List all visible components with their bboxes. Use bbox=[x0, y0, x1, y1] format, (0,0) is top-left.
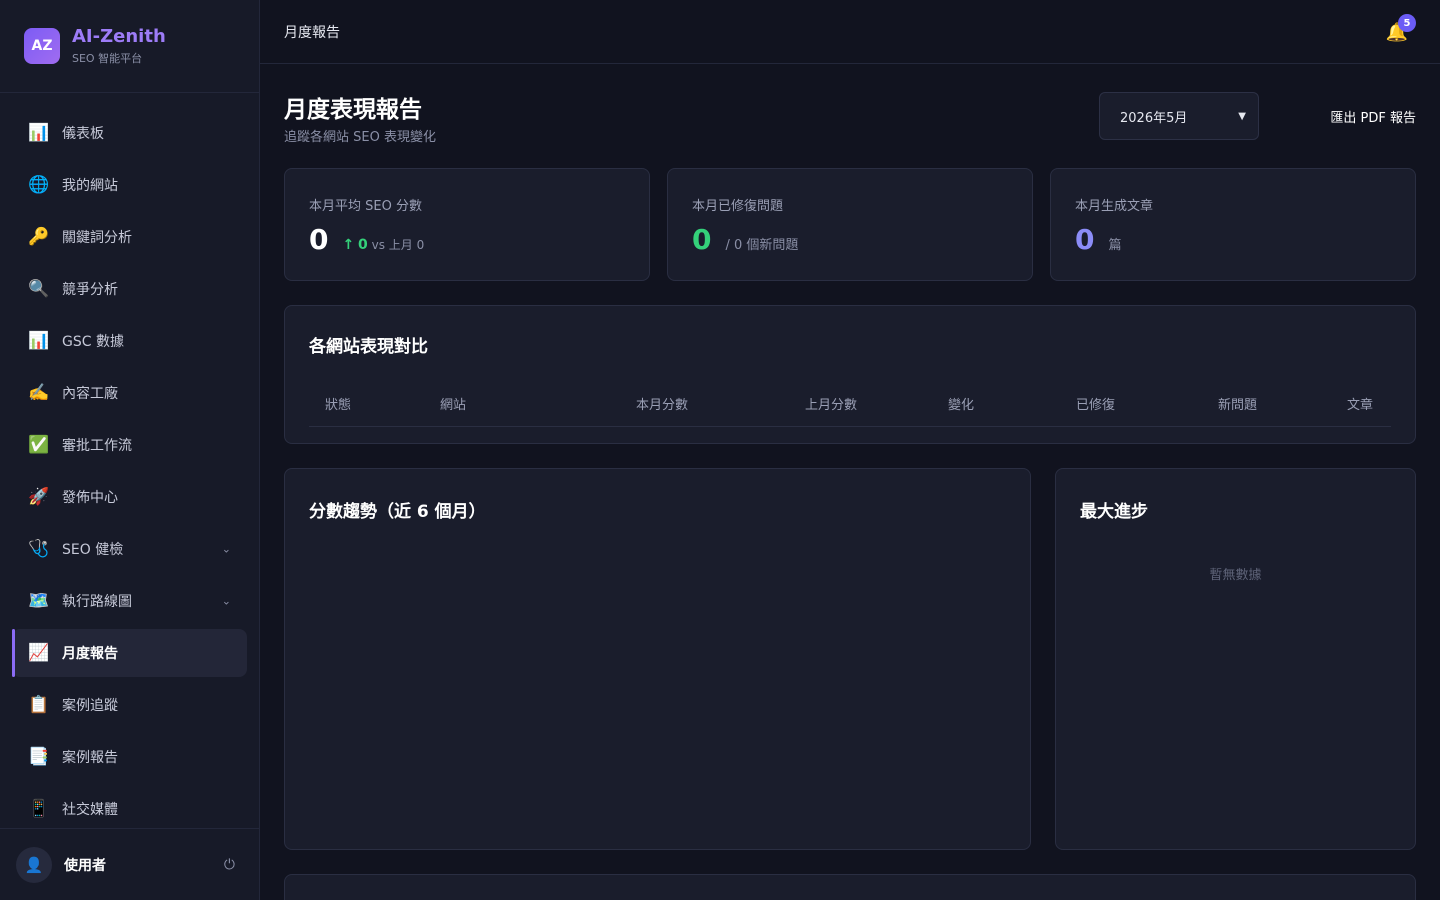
chevron-down-icon[interactable]: ⌄ bbox=[222, 595, 231, 608]
sidebar-item-label: 案例報告 bbox=[62, 750, 118, 766]
sidebar-item-label: 內容工廠 bbox=[62, 386, 118, 402]
stat-fixed-issues: 本月已修復問題 0 / 0 個新問題 bbox=[667, 168, 1033, 281]
month-select[interactable]: 2026年5月 ▼ bbox=[1099, 92, 1259, 140]
score-trend-card: 分數趨勢（近 6 個月） bbox=[284, 468, 1031, 850]
sidebar-item-label: 案例追蹤 bbox=[62, 698, 118, 714]
sidebar-item-0[interactable]: 📊 儀表板 bbox=[12, 109, 247, 157]
magnifier-icon: 🔍 bbox=[28, 279, 50, 299]
notification-badge: 5 bbox=[1398, 14, 1416, 32]
stat-avg-seo-score: 本月平均 SEO 分數 0 ↑ 0 vs 上月 0 bbox=[284, 168, 650, 281]
stat-compare: vs 上月 0 bbox=[371, 238, 425, 252]
column-header[interactable]: 本月分數 bbox=[636, 394, 688, 413]
globe-icon: 🌐 bbox=[28, 175, 50, 195]
site-comparison-card: 各網站表現對比 狀態 網站 本月分數 上月分數 變化 已修復 新問題 文章 bbox=[284, 305, 1416, 444]
sidebar-item-9[interactable]: 🗺️ 執行路線圖 ⌄ bbox=[12, 577, 247, 625]
sidebar-item-13[interactable]: 📱 社交媒體 bbox=[12, 785, 247, 833]
stat-generated-articles: 本月生成文章 0 篇 bbox=[1050, 168, 1416, 281]
column-header[interactable]: 狀態 bbox=[325, 394, 351, 413]
column-header[interactable]: 已修復 bbox=[1076, 394, 1115, 413]
sidebar-item-6[interactable]: ✅ 審批工作流 bbox=[12, 421, 247, 469]
avatar[interactable]: 👤 bbox=[16, 846, 52, 883]
sidebar-nav: 📊 儀表板 🌐 我的網站 🔑 關鍵詞分析 🔍 競爭分析 📊 GSC 數據 ✍️ 內容工廠 ✅ 審批工作流 🚀… bbox=[0, 93, 259, 833]
sidebar-item-8[interactable]: 🩺 SEO 健檢 ⌄ bbox=[12, 525, 247, 573]
mobile-phone-icon: 📱 bbox=[28, 799, 50, 819]
clipboard-icon: 📋 bbox=[28, 695, 50, 715]
check-mark-icon: ✅ bbox=[28, 435, 50, 455]
stat-label: 本月生成文章 bbox=[1075, 199, 1154, 214]
sidebar-item-12[interactable]: 📑 案例報告 bbox=[12, 733, 247, 781]
bar-chart-icon: 📊 bbox=[28, 123, 50, 143]
sidebar-item-label: 我的網站 bbox=[62, 178, 118, 194]
export-pdf-button[interactable]: 匯出 PDF 報告 bbox=[1330, 107, 1416, 126]
biggest-progress-card: 最大進步 暫無數據 bbox=[1055, 468, 1416, 850]
column-header[interactable]: 文章 bbox=[1347, 394, 1373, 413]
arrow-up-icon: ↑ bbox=[342, 237, 355, 253]
trend-chart-icon: 📈 bbox=[28, 643, 50, 663]
map-icon: 🗺️ bbox=[28, 591, 50, 611]
brand-logo: AZ bbox=[24, 28, 60, 64]
key-icon: 🔑 bbox=[28, 227, 50, 247]
sidebar: AZ AI-Zenith SEO 智能平台 📊 儀表板 🌐 我的網站 🔑 關鍵詞分析 🔍 競爭… bbox=[0, 0, 260, 900]
sidebar-item-label: 月度報告 bbox=[62, 646, 118, 662]
stat-value: 0 bbox=[1075, 223, 1095, 256]
sidebar-item-label: SEO 健檢 bbox=[62, 542, 124, 558]
column-header[interactable]: 上月分數 bbox=[805, 394, 857, 413]
additional-card bbox=[284, 874, 1416, 900]
rocket-icon: 🚀 bbox=[28, 487, 50, 507]
sidebar-item-label: GSC 數據 bbox=[62, 334, 124, 350]
trend-title: 分數趨勢（近 6 個月） bbox=[309, 502, 486, 522]
sidebar-item-3[interactable]: 🔍 競爭分析 bbox=[12, 265, 247, 313]
bookmark-tabs-icon: 📑 bbox=[28, 747, 50, 767]
stat-delta: 0 bbox=[358, 237, 368, 253]
sidebar-item-label: 執行路線圖 bbox=[62, 594, 132, 610]
stethoscope-icon: 🩺 bbox=[28, 539, 50, 559]
column-header[interactable]: 新問題 bbox=[1218, 394, 1257, 413]
brand-name: AI-Zenith bbox=[72, 26, 166, 47]
topbar: 月度報告 🔔 5 bbox=[260, 0, 1440, 64]
stat-label: 本月已修復問題 bbox=[692, 199, 784, 214]
user-bar: 👤 使用者 ⏻ bbox=[0, 828, 259, 900]
stat-new-issues: / 0 個新問題 bbox=[725, 238, 799, 253]
column-header[interactable]: 變化 bbox=[948, 394, 974, 413]
sidebar-item-label: 社交媒體 bbox=[62, 802, 118, 818]
brand[interactable]: AZ AI-Zenith SEO 智能平台 bbox=[0, 0, 259, 93]
progress-title: 最大進步 bbox=[1080, 502, 1148, 522]
stat-value: 0 bbox=[692, 223, 712, 256]
stat-unit: 篇 bbox=[1108, 238, 1122, 253]
sidebar-item-4[interactable]: 📊 GSC 數據 bbox=[12, 317, 247, 365]
column-header[interactable]: 網站 bbox=[440, 394, 466, 413]
brand-subtitle: SEO 智能平台 bbox=[72, 52, 143, 65]
power-icon[interactable]: ⏻ bbox=[224, 857, 235, 873]
page-subtitle: 追蹤各網站 SEO 表現變化 bbox=[284, 130, 436, 145]
bar-chart-icon: 📊 bbox=[28, 331, 50, 351]
sidebar-item-5[interactable]: ✍️ 內容工廠 bbox=[12, 369, 247, 417]
user-name: 使用者 bbox=[64, 857, 106, 874]
sidebar-item-label: 審批工作流 bbox=[62, 438, 132, 454]
sidebar-item-label: 關鍵詞分析 bbox=[62, 230, 132, 246]
chevron-down-icon: ▼ bbox=[1238, 110, 1246, 122]
main-content: 月度表現報告 追蹤各網站 SEO 表現變化 2026年5月 ▼ 匯出 PDF 報… bbox=[284, 64, 1416, 900]
writing-hand-icon: ✍️ bbox=[28, 383, 50, 403]
page-title: 月度表現報告 bbox=[284, 97, 422, 123]
sidebar-item-label: 儀表板 bbox=[62, 126, 104, 142]
sidebar-item-2[interactable]: 🔑 關鍵詞分析 bbox=[12, 213, 247, 261]
stat-value: 0 bbox=[309, 223, 329, 256]
sidebar-item-11[interactable]: 📋 案例追蹤 bbox=[12, 681, 247, 729]
bell-icon[interactable]: 🔔 5 bbox=[1386, 14, 1416, 43]
comparison-title: 各網站表現對比 bbox=[309, 337, 428, 357]
sidebar-item-label: 競爭分析 bbox=[62, 282, 118, 298]
sidebar-item-10[interactable]: 📈 月度報告 bbox=[12, 629, 247, 677]
table-header: 狀態 網站 本月分數 上月分數 變化 已修復 新問題 文章 bbox=[309, 377, 1391, 427]
sidebar-item-label: 發佈中心 bbox=[62, 490, 118, 506]
chevron-down-icon[interactable]: ⌄ bbox=[222, 543, 231, 556]
breadcrumb: 月度報告 bbox=[284, 24, 340, 41]
sidebar-item-7[interactable]: 🚀 發佈中心 bbox=[12, 473, 247, 521]
month-select-value: 2026年5月 bbox=[1120, 110, 1188, 126]
stat-label: 本月平均 SEO 分數 bbox=[309, 199, 422, 214]
empty-state: 暫無數據 bbox=[1209, 568, 1262, 583]
sidebar-item-1[interactable]: 🌐 我的網站 bbox=[12, 161, 247, 209]
